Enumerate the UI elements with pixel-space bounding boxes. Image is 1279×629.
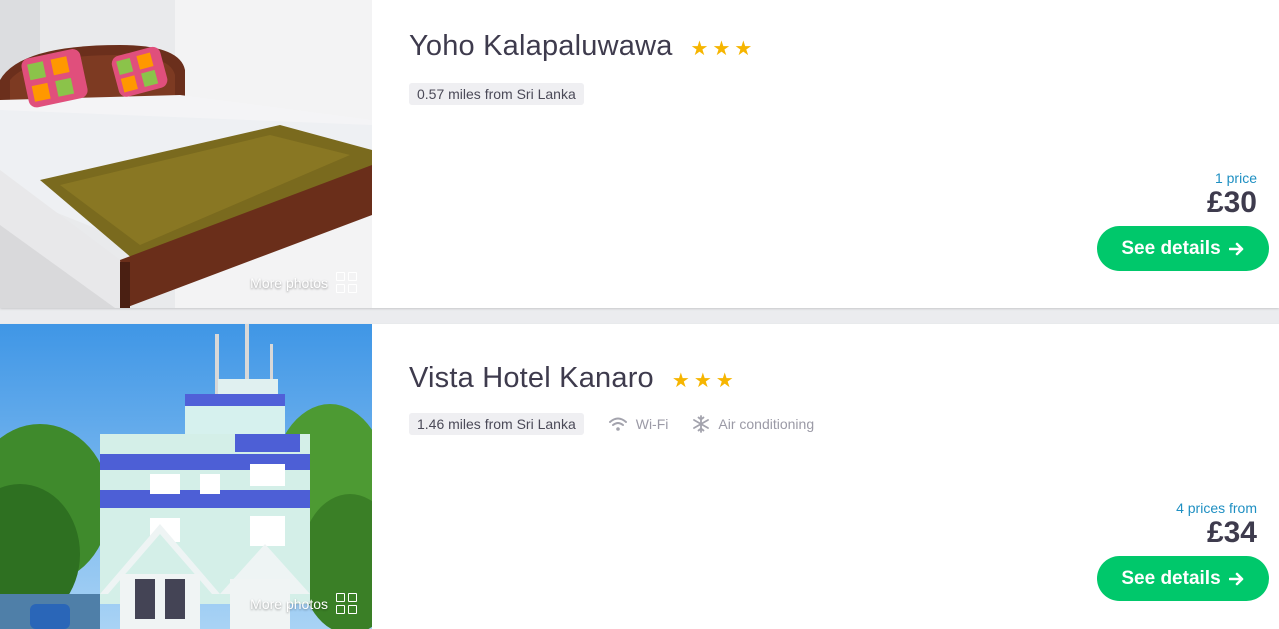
amenity-label: Wi-Fi (635, 416, 669, 432)
star-icon: ★ (712, 37, 731, 60)
price-block: 4 prices from £34 (1176, 500, 1257, 550)
title-row: Vista Hotel Kanaro ★ ★ ★ (409, 362, 734, 395)
meta-row: 1.46 miles from Sri Lanka Wi-Fi Air cond… (409, 413, 814, 435)
hotel-card: More photos Yoho Kalapaluwawa ★ ★ ★ 0.57… (0, 0, 1279, 308)
more-photos-label: More photos (250, 596, 328, 612)
title-row: Yoho Kalapaluwawa ★ ★ ★ (409, 30, 752, 63)
star-icon: ★ (690, 37, 709, 60)
see-details-button[interactable]: See details (1097, 556, 1269, 601)
arrow-right-icon (1228, 572, 1243, 585)
see-details-label: See details (1121, 567, 1221, 589)
star-rating: ★ ★ ★ (691, 39, 753, 59)
bedroom-photo-image (0, 0, 372, 308)
star-icon: ★ (671, 369, 690, 392)
price-note[interactable]: 1 price (1207, 170, 1257, 186)
more-photos-button[interactable]: More photos (250, 593, 358, 615)
price-block: 1 price £30 (1207, 170, 1257, 220)
meta-row: 0.57 miles from Sri Lanka (409, 83, 584, 105)
distance-badge: 0.57 miles from Sri Lanka (409, 83, 584, 105)
more-photos-button[interactable]: More photos (250, 272, 358, 294)
price: £34 (1206, 516, 1257, 549)
hotel-name[interactable]: Yoho Kalapaluwawa (409, 30, 673, 63)
hotel-card: More photos Vista Hotel Kanaro ★ ★ ★ 1.4… (0, 324, 1279, 629)
grid-icon (336, 593, 358, 615)
hotel-photo[interactable]: More photos (0, 324, 372, 629)
star-icon: ★ (693, 369, 712, 392)
see-details-button[interactable]: See details (1097, 226, 1269, 271)
see-details-label: See details (1121, 237, 1221, 259)
wifi-icon (608, 417, 627, 431)
distance-badge: 1.46 miles from Sri Lanka (409, 413, 584, 435)
grid-icon (336, 272, 358, 294)
star-icon: ★ (715, 369, 734, 392)
arrow-right-icon (1228, 242, 1243, 255)
amenity-wifi: Wi-Fi (608, 416, 669, 432)
more-photos-label: More photos (250, 275, 328, 291)
star-rating: ★ ★ ★ (672, 371, 734, 391)
hotel-photo[interactable]: More photos (0, 0, 372, 308)
hotel-name[interactable]: Vista Hotel Kanaro (409, 362, 654, 395)
price-note[interactable]: 4 prices from (1176, 500, 1257, 516)
amenity-air-conditioning: Air conditioning (692, 415, 814, 433)
amenity-label: Air conditioning (718, 416, 815, 432)
star-icon: ★ (734, 37, 753, 60)
snowflake-icon (693, 415, 710, 433)
building-photo-image (0, 324, 372, 629)
price: £30 (1206, 186, 1257, 219)
